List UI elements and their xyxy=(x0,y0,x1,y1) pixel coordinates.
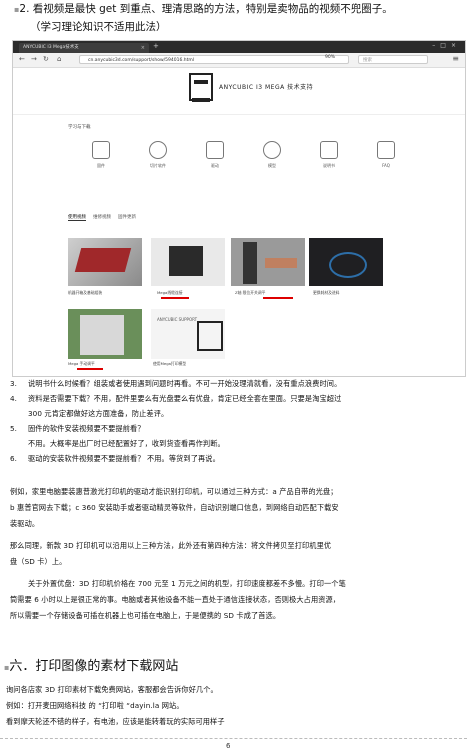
home-icon[interactable]: ⌂ xyxy=(57,55,61,63)
video-thumbnail[interactable] xyxy=(68,238,142,286)
red-underline xyxy=(161,297,189,299)
layers-icon xyxy=(149,141,167,159)
paragraph: 询问各店家 3D 打印素材下载免费网站，客服都会告诉你好几个。 例如：打开麦田网… xyxy=(6,685,225,726)
print-icon xyxy=(206,141,224,159)
paragraph: 例如，家里电脑要装惠普激光打印机的驱动才能识别打印机，可以通过三种方式：a 产品… xyxy=(10,487,339,528)
feature-driver[interactable]: 驱动 xyxy=(185,141,245,169)
section-label: 学习与下载 xyxy=(68,125,91,130)
site-title: ANYCUBIC I3 MEGA 技术支持 xyxy=(219,84,314,91)
list-item: 300 元肯定都做好这方面准备，防止差评。 xyxy=(28,409,169,418)
red-underline xyxy=(263,297,293,299)
embedded-screenshot: ANYCUBIC I3 Mega技术支 × + –□× ← → ↻ ⌂ cn.a… xyxy=(12,40,466,377)
video-thumbnail[interactable] xyxy=(309,238,383,286)
reload-icon[interactable]: ↻ xyxy=(43,55,49,63)
browser-tab[interactable]: ANYCUBIC I3 Mega技术支 × xyxy=(19,43,149,53)
site-header: ANYCUBIC I3 MEGA 技术支持 xyxy=(13,68,465,115)
list-item: 4. 资料是否需要下载？不用，配件里要么有光盘要么有优盘，肯定已经全套在里面。只要… xyxy=(10,394,342,403)
menu-icon[interactable]: ≡ xyxy=(452,54,459,63)
paragraph: 那么同理，新款 3D 打印机可以沿用以上三种方法，此外还有第四种方法：将文件拷贝… xyxy=(10,541,332,566)
tab-usage-videos[interactable]: 使用视频 xyxy=(68,214,86,221)
red-underline xyxy=(77,368,103,370)
address-bar[interactable]: cn.anycubic3d.com/support/show/594016.ht… xyxy=(79,55,349,64)
list-item: 不用。大概率是出厂时已经配置好了，收到货查看再作判断。 xyxy=(28,439,225,448)
tab-repair-videos[interactable]: 维修视频 xyxy=(93,214,111,220)
section-heading: ▪2. 看视频是最快 get 到重点、理清思路的方法，特别是卖物品的视频不兜圈子… xyxy=(14,3,393,15)
feature-faq[interactable]: FAQ xyxy=(356,141,416,168)
video-thumbnail[interactable] xyxy=(231,238,305,286)
feature-firmware[interactable]: 固件 xyxy=(71,141,131,169)
browser-tab-bar: ANYCUBIC I3 Mega技术支 × + –□× xyxy=(13,41,465,53)
close-tab-icon[interactable]: × xyxy=(141,43,145,53)
forward-icon[interactable]: → xyxy=(31,55,37,63)
section-heading: ▪六．打印图像的素材下载网站 xyxy=(4,659,179,674)
browser-nav-bar: ← → ↻ ⌂ cn.anycubic3d.com/support/show/5… xyxy=(13,53,465,68)
back-icon[interactable]: ← xyxy=(19,55,25,63)
tab-firmware-update[interactable]: 固件更新 xyxy=(118,214,136,220)
list-item: 5. 固件的软件安装视频要不要提前看？ xyxy=(10,424,145,433)
section-heading-note: （学习理论知识不适用此法） xyxy=(30,21,167,33)
new-tab-icon[interactable]: + xyxy=(153,42,159,50)
list-item: 6. 驱动的安装软件视频要不要提前看？ 不用。等货到了再说。 xyxy=(10,454,220,463)
support-badge: ANYCUBIC SUPPORT xyxy=(157,317,198,322)
book-icon xyxy=(320,141,338,159)
feature-model[interactable]: 模型 xyxy=(242,141,302,169)
faq-icon xyxy=(377,141,395,159)
printer-icon xyxy=(189,73,213,102)
model-icon xyxy=(263,141,281,159)
video-thumbnail[interactable]: ANYCUBIC SUPPORT xyxy=(151,309,225,359)
search-input[interactable]: 搜索 xyxy=(358,55,428,64)
list-item: 3. 说明书什么时候看？组装或者使用遇到问题时再看。不可一开始没理清就看，没有重点… xyxy=(10,379,342,388)
chip-icon xyxy=(92,141,110,159)
window-controls[interactable]: –□× xyxy=(432,42,461,49)
feature-slicer[interactable]: 切片软件 xyxy=(128,141,188,169)
numbered-list: 3. 说明书什么时候看？组装或者使用遇到问题时再看。不可一开始没理清就看，没有重点… xyxy=(10,378,460,464)
page-number: 6 xyxy=(226,742,231,750)
paragraph: 关于外置优盘：3D 打印机价格在 700 元至 1 万元之间的机型，打印速度都差… xyxy=(10,579,346,620)
zoom-level: 90% xyxy=(325,55,336,60)
video-thumbnail[interactable] xyxy=(68,309,142,359)
video-thumbnail[interactable] xyxy=(151,238,225,286)
footer-divider xyxy=(0,738,467,739)
feature-manual[interactable]: 说明书 xyxy=(299,141,359,169)
